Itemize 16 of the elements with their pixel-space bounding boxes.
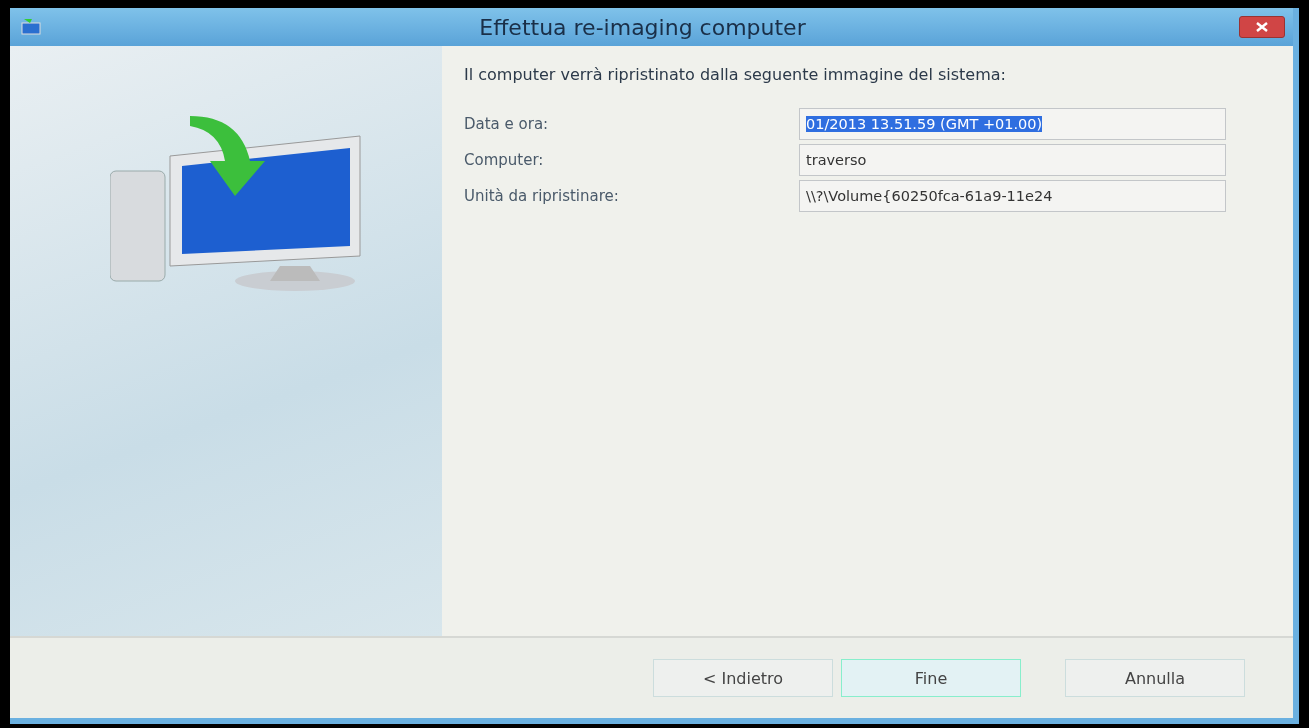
- dialog-button[interactable]: Annulla: [1065, 659, 1245, 697]
- field-label: Unità da ripristinare:: [464, 186, 620, 205]
- close-button[interactable]: [1239, 16, 1285, 38]
- window-title: Effettua re-imaging computer: [478, 14, 807, 40]
- field-value: 01/2013 13.51.59 (GMT +01.00): [806, 115, 1043, 132]
- field-label: Computer:: [464, 150, 545, 169]
- field-label: Data e ora:: [464, 114, 550, 133]
- field-value: traverso: [806, 151, 867, 168]
- text-field[interactable]: \\?\Volume{60250fca-61a9-11e24: [799, 179, 1226, 212]
- intro-text: Il computer verrà ripristinato dalla seguente immagine del sistema:: [464, 64, 1007, 86]
- text-field[interactable]: 01/2013 13.51.59 (GMT +01.00): [799, 107, 1226, 140]
- field-value: \\?\Volume{60250fca-61a9-11e24: [806, 187, 1053, 204]
- dialog-button[interactable]: < Indietro: [653, 659, 833, 697]
- dialog-button[interactable]: Fine: [841, 659, 1021, 697]
- close-icon: [1256, 22, 1268, 32]
- text-field[interactable]: traverso: [799, 143, 1226, 176]
